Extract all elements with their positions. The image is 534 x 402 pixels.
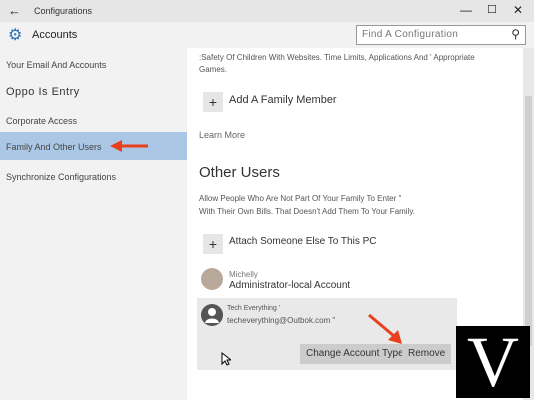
learn-more-link[interactable]: Learn More <box>199 130 245 140</box>
other-users-desc-line1: Allow People Who Are Not Part Of Your Fa… <box>199 194 402 203</box>
remove-button[interactable]: Remove <box>402 344 452 364</box>
title-bar: ← Configurations — ☐ ✕ <box>0 0 534 22</box>
user-role: Administrator-local Account <box>229 280 351 291</box>
watermark-letter: V <box>467 322 519 402</box>
annotation-arrow-icon <box>368 313 402 344</box>
user-name: Michelly <box>229 270 258 279</box>
add-someone-plus-icon[interactable]: + <box>203 234 223 254</box>
settings-window: ← Configurations — ☐ ✕ ⚙ Accounts Your E… <box>0 0 534 400</box>
sidebar-item-label: Family And Other Users <box>6 142 102 152</box>
sidebar-header-label: Accounts <box>32 29 78 41</box>
avatar <box>201 268 223 290</box>
sidebar-item-label: Synchronize Configurations <box>6 172 117 182</box>
scrollbar-thumb[interactable] <box>525 96 532 346</box>
sidebar-item-family-users[interactable]: Family And Other Users <box>0 132 187 160</box>
person-icon <box>201 304 223 326</box>
window-title: Configurations <box>34 6 93 16</box>
mouse-cursor-icon <box>221 352 231 366</box>
add-family-plus-icon[interactable]: + <box>203 92 223 112</box>
change-account-type-button[interactable]: Change Account Type <box>300 344 410 364</box>
annotation-arrow-icon <box>110 140 148 152</box>
sidebar-item-corporate-access[interactable]: Corporate Access <box>0 108 187 134</box>
search-placeholder: Find A Configuration <box>362 29 459 40</box>
other-users-desc-line2: With Their Own Bills. That Doesn't Add T… <box>199 207 415 216</box>
family-note: :Safety Of Children With Websites. Time … <box>199 53 475 74</box>
add-someone-button[interactable]: Attach Someone Else To This PC <box>229 236 377 247</box>
search-input[interactable]: Find A Configuration ⚲ <box>356 25 526 45</box>
sidebar-item-label: Your Email And Accounts <box>6 60 107 70</box>
sidebar-item-email-accounts[interactable]: Your Email And Accounts <box>0 52 187 78</box>
sidebar-item-sync[interactable]: Synchronize Configurations <box>0 164 187 190</box>
sidebar-header: ⚙ Accounts <box>0 24 187 46</box>
close-icon[interactable]: ✕ <box>510 3 526 17</box>
sidebar: ⚙ Accounts Your Email And Accounts Oppo … <box>0 22 187 400</box>
add-family-member-button[interactable]: Add A Family Member <box>229 94 337 106</box>
user-name: Tech Everything ' <box>227 305 281 312</box>
maximize-icon[interactable]: ☐ <box>484 3 500 16</box>
selected-user-row[interactable]: Tech Everything ' techeverything@Outbok.… <box>197 298 457 370</box>
other-users-heading: Other Users <box>199 164 280 181</box>
minimize-icon[interactable]: — <box>458 3 474 17</box>
sidebar-item-label: Corporate Access <box>6 116 78 126</box>
user-email: techeverything@Outbok.com " <box>227 316 336 325</box>
sidebar-item-label: Oppo Is Entry <box>6 86 80 98</box>
search-icon[interactable]: ⚲ <box>511 27 520 41</box>
watermark-logo: V <box>456 326 530 398</box>
gear-icon: ⚙ <box>8 27 23 44</box>
back-arrow-icon[interactable]: ← <box>8 3 21 18</box>
sidebar-item-sign-in[interactable]: Oppo Is Entry <box>0 80 187 106</box>
